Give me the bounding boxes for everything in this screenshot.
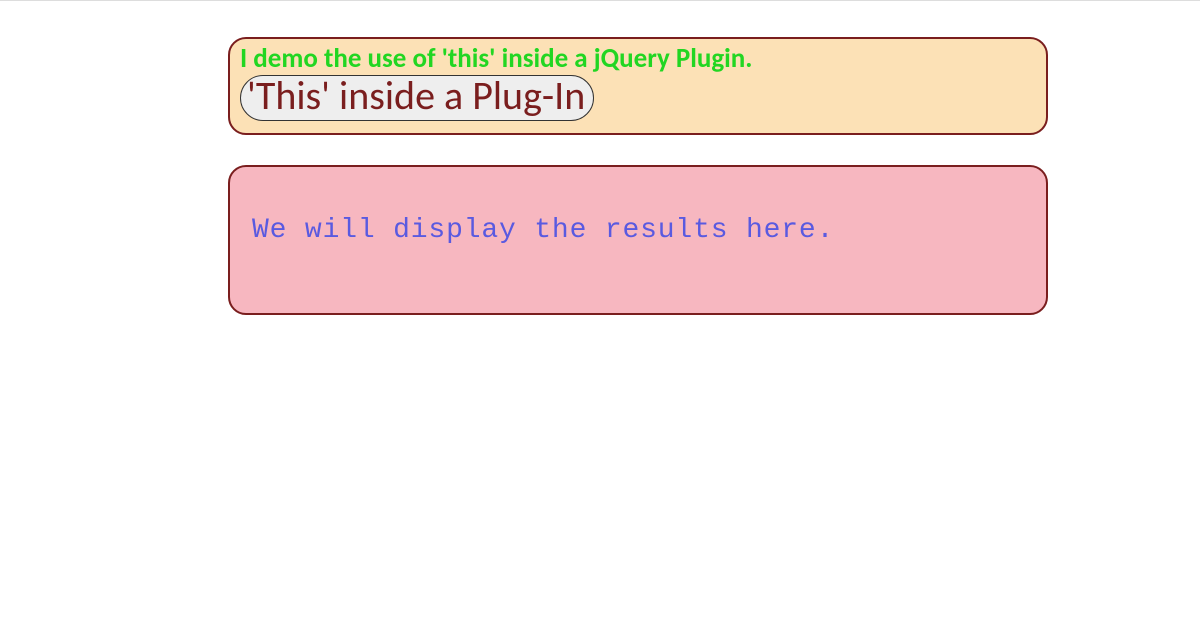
demo-button[interactable]: 'This' inside a Plug-In	[240, 75, 594, 121]
result-placeholder-text: We will display the results here.	[252, 215, 834, 246]
demo-heading: I demo the use of 'this' inside a jQuery…	[240, 45, 1038, 73]
result-display-panel: We will display the results here.	[228, 165, 1048, 315]
content-wrapper: I demo the use of 'this' inside a jQuery…	[228, 37, 1048, 315]
demo-banner: I demo the use of 'this' inside a jQuery…	[228, 37, 1048, 135]
